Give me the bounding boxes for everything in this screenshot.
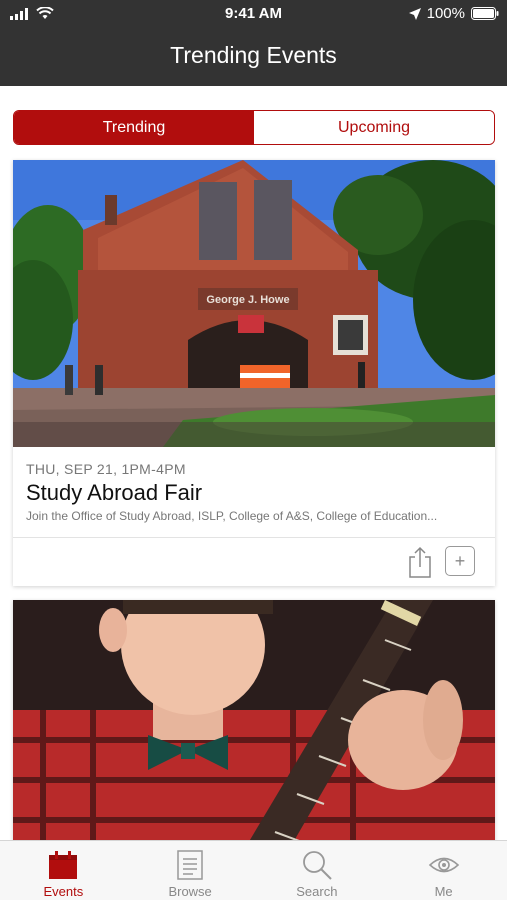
calendar-icon [49,851,78,879]
svg-text:George J. Howe: George J. Howe [206,294,289,306]
tab-events[interactable]: Events [0,841,127,900]
page-title: Trending Events [170,42,337,68]
battery-icon [471,7,499,20]
tab-me[interactable]: Me [380,841,507,900]
tab-trending[interactable]: Trending [14,111,254,144]
magnifier-icon [302,851,332,880]
event-description: Join the Office of Study Abroad, ISLP, C… [26,509,438,523]
status-bar: 9:41 AM 100% [0,0,507,28]
tab-label: Me [434,884,453,899]
share-button[interactable] [407,546,433,578]
tab-browse[interactable]: Browse [127,841,254,900]
add-to-calendar-button[interactable]: + [445,546,475,576]
add-icon: + [454,550,466,571]
share-icon [409,546,431,578]
card-divider [13,537,495,538]
tab-label: Browse [168,884,212,899]
brick-building-photo: George J. Howe [13,160,495,447]
event-card[interactable] [13,600,495,840]
tab-upcoming[interactable]: Upcoming [254,111,494,144]
event-card[interactable]: George J. Howe THU, SEP 21, 1PM-4PM Stud… [13,160,495,586]
eye-icon [428,857,459,873]
segmented-control: Trending Upcoming [13,110,495,145]
event-date: THU, SEP 21, 1PM-4PM [26,461,186,477]
event-title[interactable]: Study Abroad Fair [26,480,202,506]
battery-percent: 100% [426,5,465,22]
location-arrow-icon [408,7,421,20]
event-feed[interactable]: Trending Upcoming George J. Howe THU, SE… [0,86,507,840]
guitarist-photo [13,600,495,840]
status-right: 100% [408,5,499,22]
navigation-bar: Trending Events [0,28,507,86]
tab-label: Events [43,884,84,899]
event-image[interactable]: George J. Howe [13,160,495,447]
tab-label: Search [296,884,338,899]
tab-bar: Events Browse Search Me [0,840,507,900]
tab-search[interactable]: Search [254,841,381,900]
list-document-icon [177,850,203,880]
event-image[interactable] [13,600,495,840]
